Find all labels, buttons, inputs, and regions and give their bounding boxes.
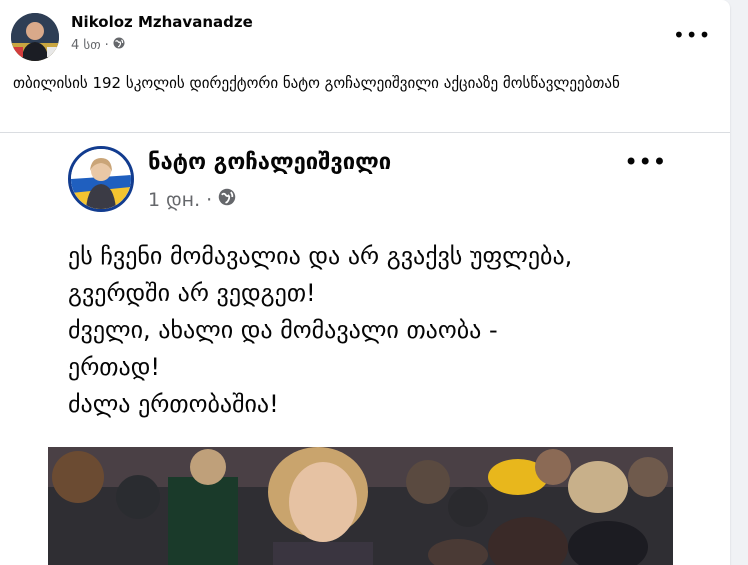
- post-text-line: ძველი, ახალი და მომავალი თაობა -: [68, 316, 498, 344]
- post-text-line: გვერდში არ ვედგეთ!: [68, 279, 316, 307]
- shared-post-screenshot: ნატო გოჩალეიშვილი 1 დн. · ••• ეს ჩვენი მ…: [44, 133, 684, 565]
- post-text-line: ძალა ერთობაშია!: [68, 390, 279, 418]
- more-icon: •••: [624, 148, 667, 176]
- globe-icon: [218, 188, 236, 211]
- post-text-line: ერთად!: [68, 353, 160, 381]
- globe-icon: [113, 37, 125, 53]
- meta-separator: ·: [206, 188, 213, 211]
- post-time[interactable]: 4 სთ: [71, 38, 101, 53]
- more-icon[interactable]: •••: [673, 25, 711, 45]
- author-avatar[interactable]: [11, 13, 59, 61]
- post-meta: 4 სთ ·: [71, 37, 125, 53]
- post-text-line: ეს ჩვენი მომავალია და არ გვაქვს უფლება,: [68, 242, 573, 270]
- meta-separator: ·: [104, 37, 109, 53]
- shared-author-name: ნატო გოჩალეიშვილი: [148, 150, 392, 175]
- shared-post-meta: 1 დн. ·: [148, 188, 236, 211]
- shared-author-avatar: [68, 146, 134, 212]
- shared-post-time: 1 დн.: [148, 188, 201, 211]
- post-photo: [48, 447, 673, 565]
- author-name[interactable]: Nikoloz Mzhavanadze: [71, 13, 253, 31]
- post-card: Nikoloz Mzhavanadze 4 სთ · ••• თბილისის …: [0, 0, 730, 565]
- shared-post-text: ეს ჩვენი მომავალია და არ გვაქვს უფლება, …: [68, 238, 668, 423]
- post-caption: თბილისის 192 სკოლის დირექტორი ნატო გოჩალ…: [13, 74, 620, 92]
